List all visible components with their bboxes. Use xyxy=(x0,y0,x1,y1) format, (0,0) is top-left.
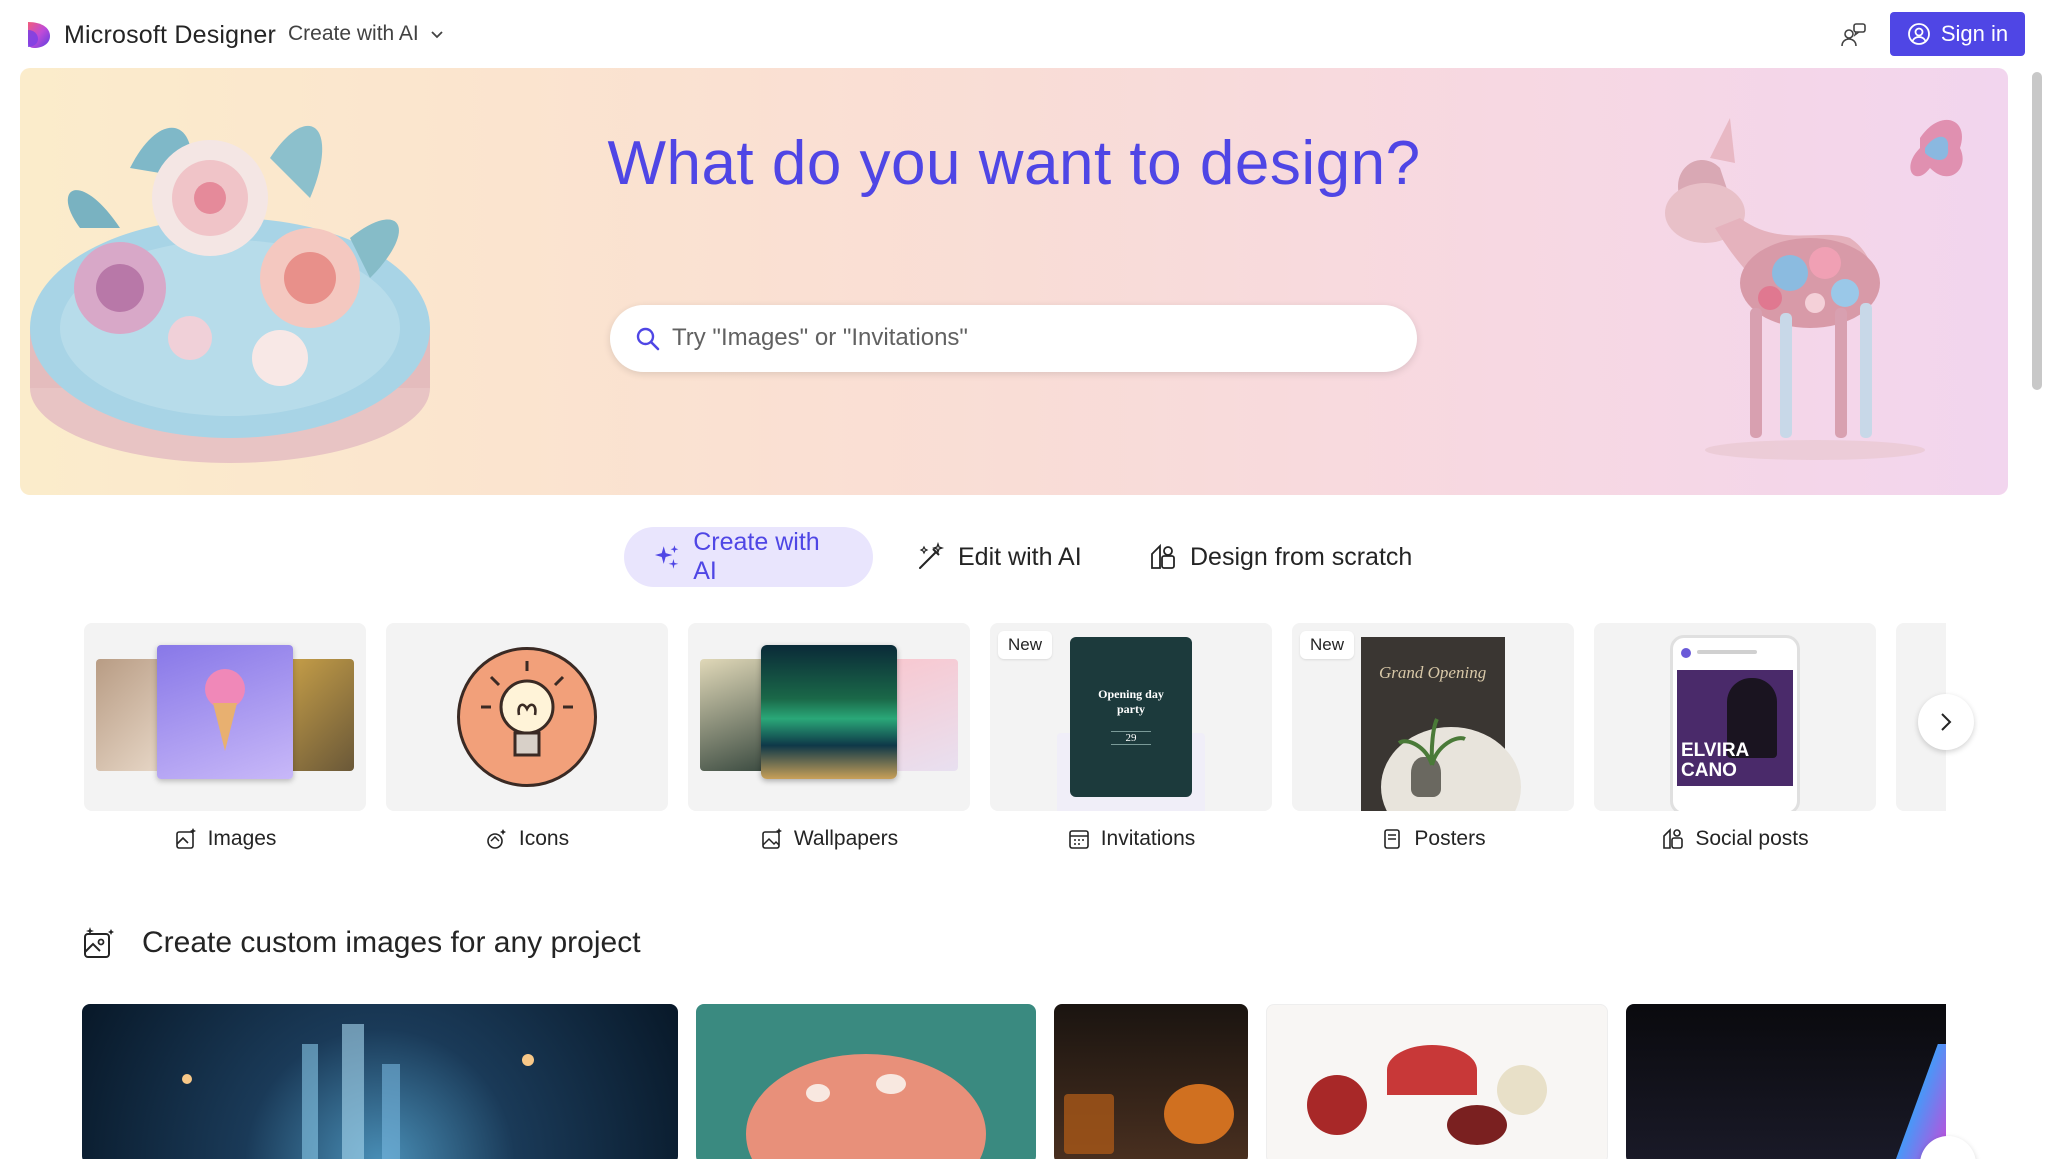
image-gallery xyxy=(82,1004,1946,1159)
gallery-item[interactable] xyxy=(82,1004,678,1159)
sign-in-button[interactable]: Sign in xyxy=(1890,12,2025,56)
category-thumbnail xyxy=(688,623,970,811)
search-input[interactable] xyxy=(672,317,1392,359)
social-post-icon xyxy=(1663,828,1684,849)
category-label: Images xyxy=(84,827,366,851)
gallery-item[interactable] xyxy=(696,1004,1036,1159)
icon-sparkle-icon xyxy=(487,829,506,849)
social-card-name1: ELVIRA xyxy=(1681,740,1750,761)
calendar-icon xyxy=(1068,830,1089,849)
section-title: Create custom images for any project xyxy=(142,926,641,959)
sign-in-label: Sign in xyxy=(1940,21,2009,46)
new-badge: New xyxy=(1300,631,1355,659)
feedback-icon[interactable] xyxy=(1838,20,1868,50)
invitation-card-line2: party xyxy=(1117,702,1145,716)
category-label: Wallpapers xyxy=(688,827,970,851)
category-card-social-posts[interactable]: ELVIRA CANO Social posts xyxy=(1594,623,1876,853)
category-label-text: Wallpapers xyxy=(793,827,899,850)
tab-create-with-ai-label: Create with AI xyxy=(693,528,820,585)
carousel-next-button[interactable] xyxy=(1918,694,1974,750)
category-thumbnail xyxy=(84,623,366,811)
category-card-invitations[interactable]: Opening day party 29 New Invitations xyxy=(990,623,1272,853)
gallery-item[interactable] xyxy=(1054,1004,1248,1159)
scrollbar-thumb[interactable] xyxy=(2032,72,2042,390)
hero-title: What do you want to design? xyxy=(607,129,1421,198)
invitation-card-line1: Opening day xyxy=(1098,687,1164,701)
new-badge: New xyxy=(998,631,1053,659)
create-mode-label: Create with AI xyxy=(288,22,419,45)
gallery-item[interactable] xyxy=(1266,1004,1608,1159)
create-mode-dropdown[interactable]: Create with AI xyxy=(288,22,445,46)
tab-design-from-scratch[interactable]: Design from scratch xyxy=(1148,527,1412,587)
category-thumbnail: ELVIRA CANO xyxy=(1594,623,1876,811)
chevron-down-icon xyxy=(431,31,443,39)
designer-logo-icon[interactable] xyxy=(24,20,52,50)
category-card-posters[interactable]: Grand Opening New Posters xyxy=(1292,623,1574,853)
chevron-right-icon xyxy=(1941,713,1952,731)
tab-design-from-scratch-label: Design from scratch xyxy=(1190,542,1413,571)
category-card-images[interactable]: Images xyxy=(84,623,366,853)
category-label-text: Images xyxy=(207,827,277,850)
mode-tabs: Create with AI Edit with AI Design from … xyxy=(0,527,2028,587)
social-card-name2: CANO xyxy=(1681,760,1737,781)
search-icon xyxy=(636,327,660,351)
category-label-text: Invitations xyxy=(1100,827,1196,850)
image-sparkle-icon xyxy=(84,927,114,958)
tab-edit-with-ai-label: Edit with AI xyxy=(958,542,1082,571)
wallpaper-icon xyxy=(762,828,782,849)
document-icon xyxy=(1384,829,1401,849)
category-label-text: Social posts xyxy=(1695,827,1809,850)
category-thumbnail xyxy=(386,623,668,811)
app-title[interactable]: Microsoft Designer xyxy=(64,21,276,50)
tab-edit-with-ai[interactable]: Edit with AI xyxy=(916,527,1082,587)
category-label: Posters xyxy=(1292,827,1574,851)
category-label: Social posts xyxy=(1594,827,1876,851)
shapes-icon xyxy=(1151,543,1175,569)
category-carousel: Images Icons Wallpapers Opening day part… xyxy=(84,623,1946,853)
invitation-card-date: 29 xyxy=(1111,731,1151,745)
top-bar: Microsoft Designer Create with AI Sign i… xyxy=(0,0,2048,68)
category-card-wallpapers[interactable]: Wallpapers xyxy=(688,623,970,853)
category-label-text: Icons xyxy=(518,827,570,850)
person-circle-icon xyxy=(1907,23,1930,45)
category-label: Icons xyxy=(386,827,668,851)
section-header: Create custom images for any project xyxy=(82,926,641,960)
magic-wand-icon xyxy=(919,542,945,569)
sparkle-icon xyxy=(654,545,679,569)
search-box[interactable] xyxy=(610,305,1417,372)
category-card-icons[interactable]: Icons xyxy=(386,623,668,853)
poster-card-title: Grand Opening xyxy=(1379,663,1487,682)
category-label: Invitations xyxy=(990,827,1272,851)
tab-create-with-ai[interactable]: Create with AI xyxy=(624,527,873,587)
category-label-text: Posters xyxy=(1414,827,1486,850)
image-sparkle-icon xyxy=(175,828,196,849)
gallery-item[interactable] xyxy=(1626,1004,1946,1159)
